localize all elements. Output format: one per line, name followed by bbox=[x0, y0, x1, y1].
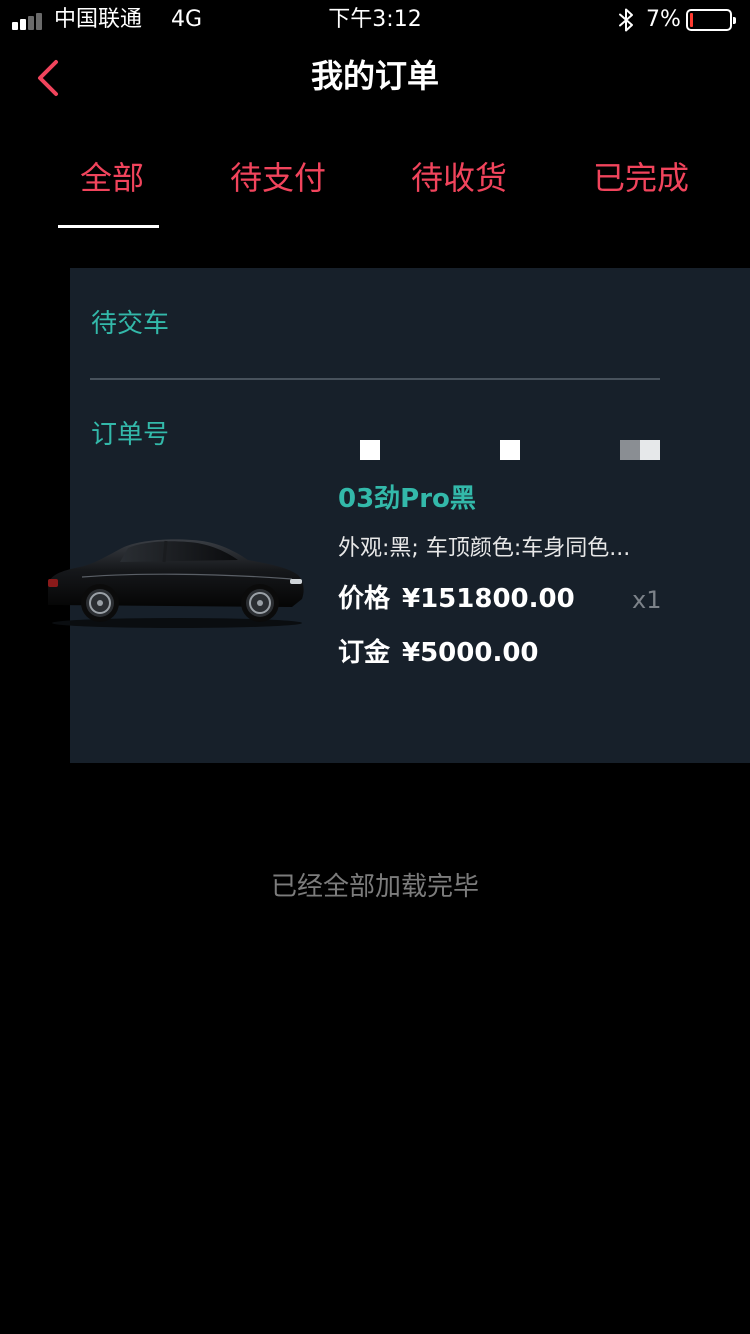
bluetooth-icon bbox=[619, 8, 633, 32]
tab-all[interactable]: 全部 bbox=[58, 156, 166, 200]
order-number-redacted bbox=[360, 440, 660, 460]
quantity: x1 bbox=[632, 586, 662, 614]
card-divider bbox=[90, 378, 660, 380]
end-of-list-text: 已经全部加载完毕 bbox=[270, 872, 479, 902]
order-status: 待交车 bbox=[91, 309, 170, 339]
tab-pending-payment[interactable]: 待支付 bbox=[224, 156, 332, 200]
car-image bbox=[48, 539, 304, 628]
battery-percent: 7% bbox=[646, 7, 681, 32]
active-tab-indicator bbox=[58, 225, 159, 228]
order-card[interactable]: 待交车 订单号 03劲Pro黑 外观:黑; 车顶颜色:车身同色... 价格 ¥1… bbox=[48, 268, 750, 763]
product-name: 03劲Pro黑 bbox=[338, 484, 476, 514]
battery-level bbox=[690, 13, 693, 27]
order-number-label: 订单号 bbox=[91, 420, 170, 450]
deposit-value: ¥5000.00 bbox=[402, 638, 539, 668]
product-spec: 外观:黑; 车顶颜色:车身同色... bbox=[338, 536, 631, 561]
orders-page: 中国联通 4G 下午3:12 7% 我的订单 全部 待支付 待收货 已完成 待交… bbox=[0, 0, 750, 1334]
page-title: 我的订单 bbox=[310, 57, 439, 95]
status-bar: 中国联通 4G 下午3:12 7% bbox=[0, 0, 750, 40]
deposit-label: 订金 bbox=[338, 638, 391, 668]
status-time: 下午3:12 bbox=[328, 7, 422, 32]
tab-pending-delivery[interactable]: 待收货 bbox=[405, 156, 513, 200]
tab-completed[interactable]: 已完成 bbox=[587, 156, 695, 200]
battery-icon bbox=[686, 9, 736, 31]
price-value: ¥151800.00 bbox=[402, 584, 575, 614]
price-label: 价格 bbox=[338, 584, 391, 614]
